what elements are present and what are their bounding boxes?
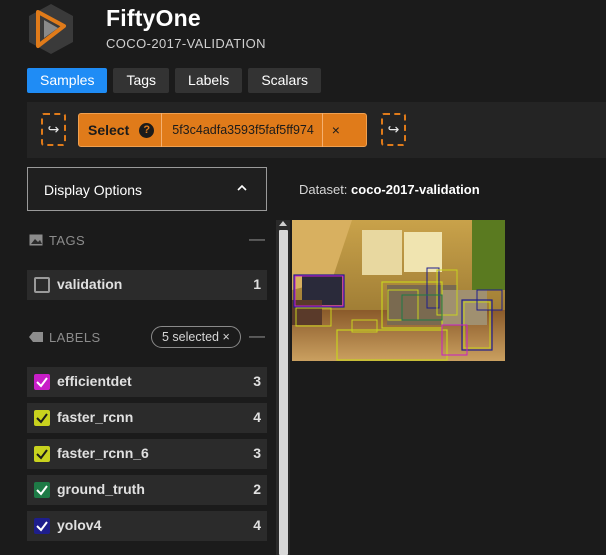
label-name: faster_rcnn_6 [57,445,149,461]
dataset-name: coco-2017-validation [351,182,480,197]
display-options-toggle[interactable]: Display Options [27,167,267,211]
selected-count-badge[interactable]: 5 selected × [151,326,241,348]
tag-label: validation [57,276,123,292]
dataset-prefix: Dataset: [299,182,348,197]
tags-section-title: TAGS [49,233,86,248]
label-row-faster-rcnn-6[interactable]: faster_rcnn_6 3 [27,439,267,469]
checkbox-checked[interactable] [34,446,50,462]
help-icon[interactable]: ? [139,122,155,138]
collapse-tags-button[interactable]: — [249,231,265,249]
label-name: yolov4 [57,517,102,533]
select-stage[interactable]: Select ? 5f3c4adfa3593f5faf5ff974 × [78,113,367,147]
close-icon[interactable]: × [321,113,349,147]
sample-image [292,220,505,361]
label-count: 4 [253,409,261,425]
app-header: FiftyOne COCO-2017-VALIDATION [0,0,606,62]
tag-row-validation[interactable]: validation 1 [27,270,267,300]
fiftyone-logo [29,4,73,54]
scroll-up-arrow-icon[interactable] [279,221,287,226]
labels-section-header: LABELS 5 selected × — [27,326,267,348]
label-count: 3 [253,445,261,461]
label-count: 3 [253,373,261,389]
add-stage-left-button[interactable]: ↪ [41,113,66,146]
view-tabs: Samples Tags Labels Scalars [27,68,321,93]
tab-labels[interactable]: Labels [175,68,243,93]
image-icon [29,234,43,246]
label-name: faster_rcnn [57,409,134,425]
label-count: 4 [253,517,261,533]
label-name: ground_truth [57,481,145,497]
select-stage-label: Select [88,122,130,138]
tab-samples[interactable]: Samples [27,68,108,93]
display-options-label: Display Options [44,182,143,198]
sample-thumbnail[interactable] [292,220,505,361]
checkbox-checked[interactable] [34,482,50,498]
label-row-ground-truth[interactable]: ground_truth 2 [27,475,267,505]
label-row-faster-rcnn[interactable]: faster_rcnn 4 [27,403,267,433]
sample-id-value[interactable]: 5f3c4adfa3593f5faf5ff974 [162,123,322,137]
tags-section-header: TAGS — [27,231,267,251]
chevron-up-icon [236,180,248,199]
dataset-line: Dataset: coco-2017-validation [299,182,480,197]
add-stage-right-button[interactable]: ↪ [381,113,406,146]
app-title: FiftyOne [106,5,201,31]
checkbox-checked[interactable] [34,518,50,534]
checkbox-checked[interactable] [34,374,50,390]
label-count: 2 [253,481,261,497]
checkbox[interactable] [34,277,50,293]
label-tag-icon [29,332,43,342]
tag-count: 1 [253,276,261,292]
label-name: efficientdet [57,373,132,389]
grid-scrollbar-thumb[interactable] [279,230,288,555]
labels-section-title: LABELS [49,330,101,345]
view-bar: ↪ Select ? 5f3c4adfa3593f5faf5ff974 × ↪ [27,102,606,158]
collapse-labels-button[interactable]: — [249,328,265,346]
checkbox-checked[interactable] [34,410,50,426]
dataset-subtitle: COCO-2017-VALIDATION [106,36,266,51]
label-row-yolov4[interactable]: yolov4 4 [27,511,267,541]
tab-scalars[interactable]: Scalars [248,68,321,93]
label-row-efficientdet[interactable]: efficientdet 3 [27,367,267,397]
tab-tags[interactable]: Tags [113,68,170,93]
